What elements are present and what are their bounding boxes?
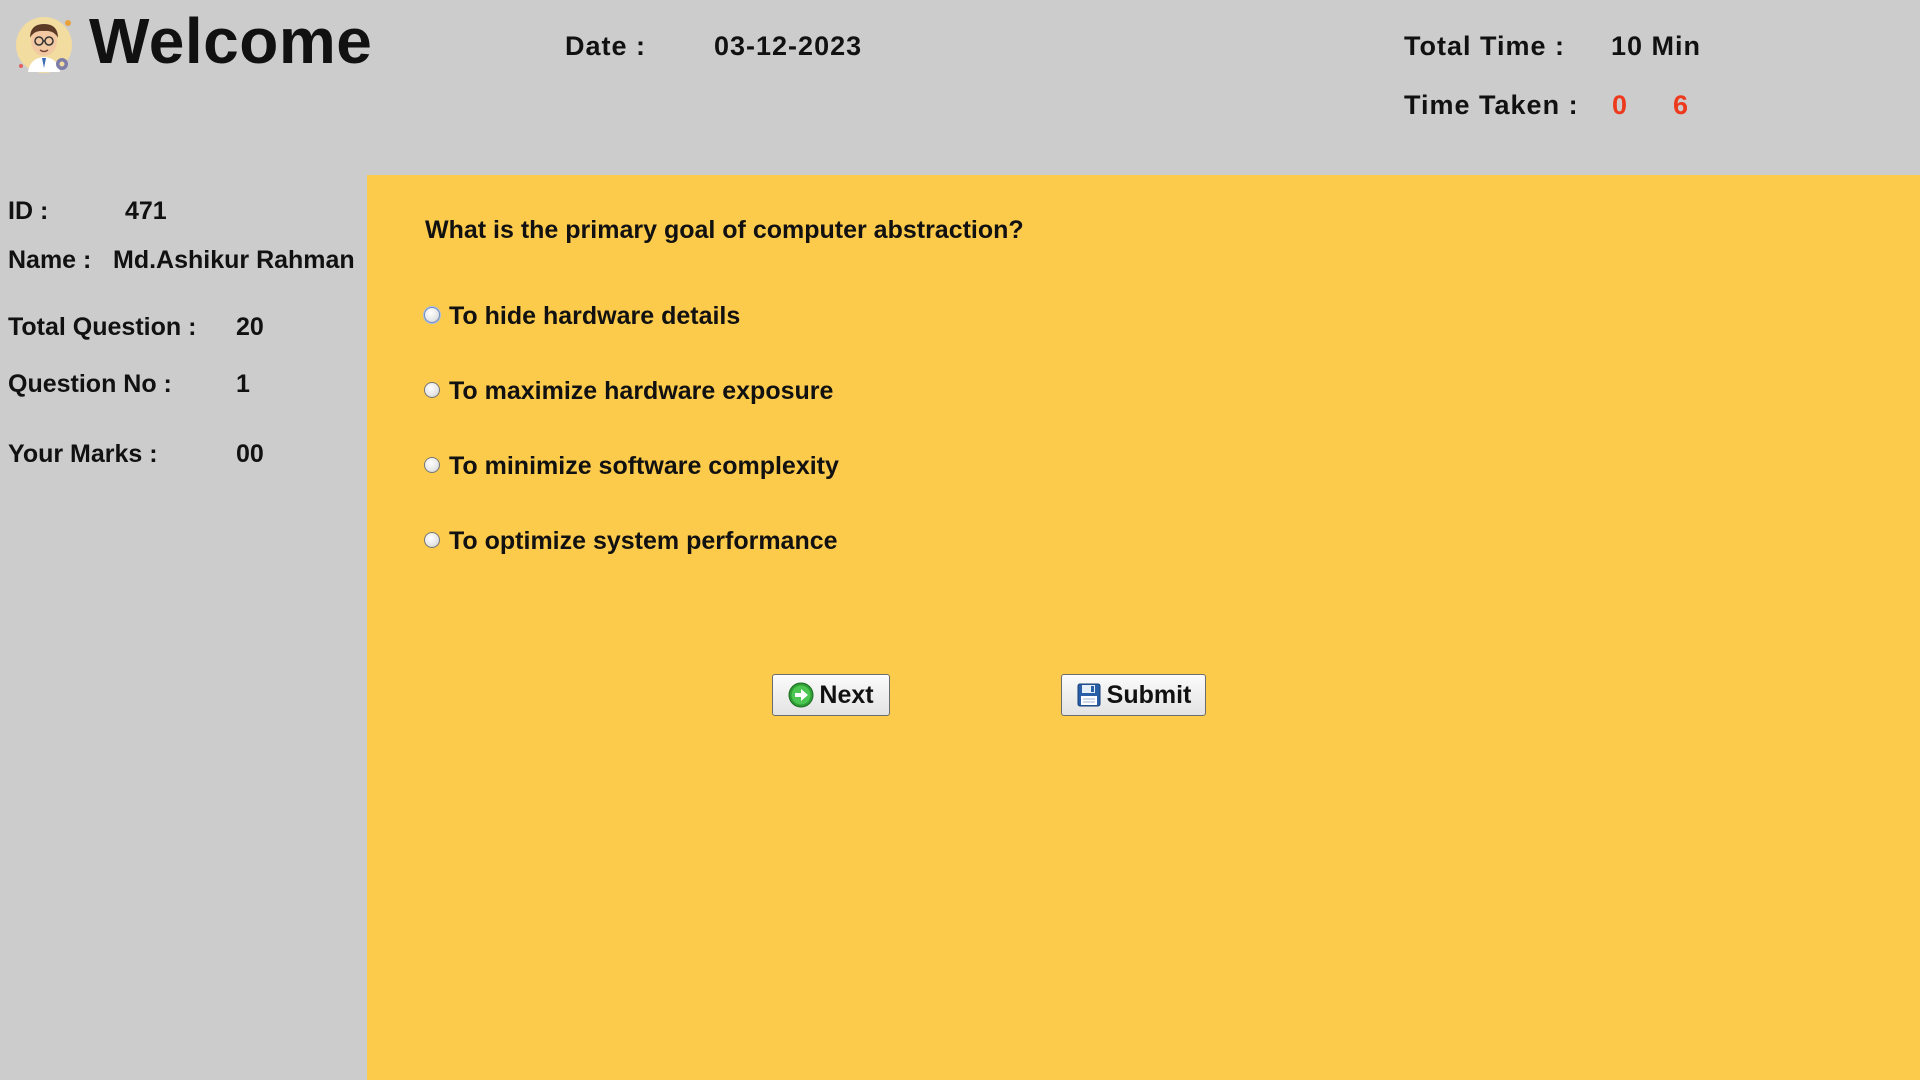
radio-button[interactable] bbox=[424, 531, 440, 548]
answer-option-label: To optimize system performance bbox=[449, 527, 838, 555]
time-taken-minutes: 0 bbox=[1612, 90, 1628, 120]
total-time-value: 10 Min bbox=[1611, 31, 1702, 61]
answer-option-1[interactable]: To hide hardware details bbox=[424, 302, 740, 331]
total-question-label: Total Question : bbox=[8, 313, 197, 341]
submit-button-label: Submit bbox=[1106, 680, 1192, 709]
marks-label: Your Marks : bbox=[8, 440, 158, 468]
user-avatar-icon bbox=[14, 14, 76, 76]
question-number-value: 1 bbox=[236, 370, 250, 398]
radio-button[interactable] bbox=[424, 381, 440, 398]
green-arrow-right-icon bbox=[788, 682, 814, 708]
welcome-title: Welcome bbox=[89, 5, 373, 77]
time-taken-seconds: 6 bbox=[1673, 90, 1689, 120]
question-text: What is the primary goal of computer abs… bbox=[425, 216, 1024, 244]
id-value: 471 bbox=[125, 197, 167, 225]
floppy-disk-save-icon bbox=[1076, 682, 1102, 708]
next-button-label: Next bbox=[819, 680, 874, 709]
radio-button[interactable] bbox=[424, 456, 440, 473]
answer-option-3[interactable]: To minimize software complexity bbox=[424, 452, 839, 481]
time-taken-label: Time Taken : bbox=[1404, 90, 1579, 120]
total-question-value: 20 bbox=[236, 313, 264, 341]
question-number-label: Question No : bbox=[8, 370, 172, 398]
total-time-label: Total Time : bbox=[1404, 31, 1566, 61]
answer-option-label: To minimize software complexity bbox=[449, 452, 839, 480]
answer-option-2[interactable]: To maximize hardware exposure bbox=[424, 377, 833, 406]
name-label: Name : bbox=[8, 246, 92, 274]
radio-button[interactable] bbox=[424, 306, 440, 323]
name-value: Md.Ashikur Rahman bbox=[113, 246, 355, 274]
answer-option-4[interactable]: To optimize system performance bbox=[424, 527, 838, 556]
answer-option-label: To maximize hardware exposure bbox=[449, 377, 834, 405]
marks-value: 00 bbox=[236, 440, 264, 468]
next-button[interactable]: Next bbox=[772, 674, 890, 716]
date-value: 03-12-2023 bbox=[714, 31, 863, 61]
answer-option-label: To hide hardware details bbox=[449, 302, 741, 330]
submit-button[interactable]: Submit bbox=[1061, 674, 1206, 716]
date-label: Date : bbox=[565, 31, 647, 61]
quiz-panel: What is the primary goal of computer abs… bbox=[367, 175, 1920, 1080]
id-label: ID : bbox=[8, 197, 49, 225]
